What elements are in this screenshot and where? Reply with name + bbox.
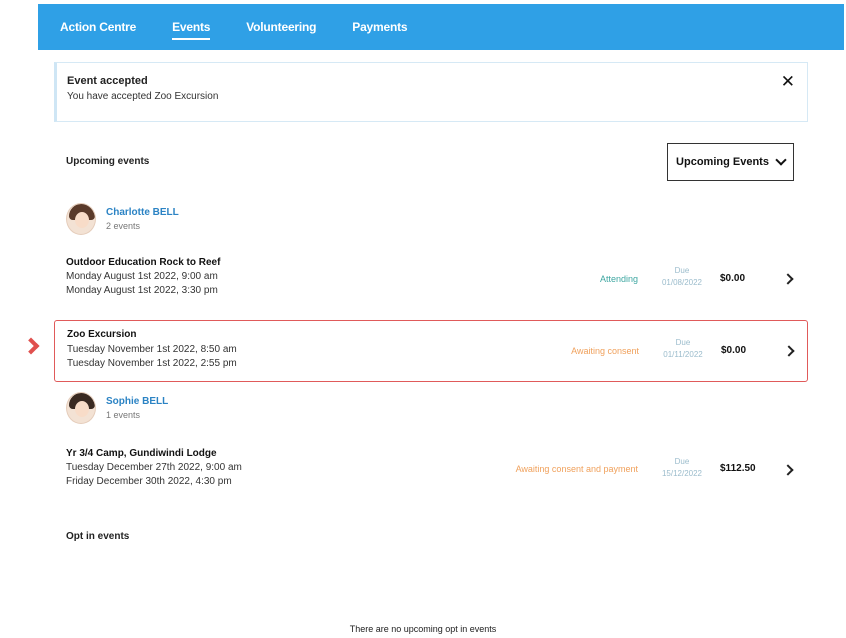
event-start: Tuesday November 1st 2022, 8:50 am [67,344,237,355]
event-status: Attending [599,274,638,284]
student-event-count: 2 events [106,221,141,231]
pointer-arrow-icon [22,337,40,355]
event-row-highlighted[interactable]: Zoo Excursion Tuesday November 1st 2022,… [54,320,808,382]
event-name: Yr 3/4 Camp, Gundiwindi Lodge [66,448,217,459]
event-name: Outdoor Education Rock to Reef [66,257,221,268]
tab-volunteering[interactable]: Volunteering [246,6,316,48]
avatar [66,203,96,235]
event-status: Awaiting consent [571,346,639,356]
event-price: $112.50 [720,463,756,474]
due-date: 01/11/2022 [663,350,703,359]
event-row[interactable]: Outdoor Education Rock to Reef Monday Au… [54,253,808,309]
event-end: Friday December 30th 2022, 4:30 pm [66,476,232,487]
event-due: Due 15/12/2022 [652,456,712,480]
tab-events[interactable]: Events [172,6,210,48]
due-date: 01/08/2022 [661,278,703,287]
chevron-right-icon[interactable] [782,273,794,285]
event-accepted-alert: Event accepted You have accepted Zoo Exc… [54,62,808,122]
student-name-link[interactable]: Sophie BELL [106,396,168,407]
student-event-count: 1 events [106,410,141,420]
event-due: Due 01/11/2022 [653,337,713,361]
filter-label: Upcoming Events [676,156,769,168]
tab-payments[interactable]: Payments [352,6,407,48]
student-name-link[interactable]: Charlotte BELL [106,207,179,218]
due-label: Due [675,338,691,347]
due-label: Due [674,457,690,466]
tab-action-centre[interactable]: Action Centre [60,6,136,48]
student-header-charlotte: Charlotte BELL 2 events [66,203,179,235]
chevron-right-icon[interactable] [782,464,794,476]
student-header-sophie: Sophie BELL 1 events [66,392,168,424]
opt-in-empty-message: There are no upcoming opt in events [349,624,497,634]
chevron-right-icon[interactable] [783,345,795,357]
event-due: Due 01/08/2022 [652,265,712,289]
event-start: Monday August 1st 2022, 9:00 am [66,271,218,282]
close-icon[interactable]: ✕ [781,73,795,90]
chevron-down-icon [775,154,787,166]
event-row[interactable]: Yr 3/4 Camp, Gundiwindi Lodge Tuesday De… [54,444,808,500]
top-navigation: Action Centre Events Volunteering Paymen… [38,4,844,50]
due-label: Due [674,266,690,275]
event-start: Tuesday December 27th 2022, 9:00 am [66,462,242,473]
avatar [66,392,96,424]
event-price: $0.00 [721,345,747,356]
alert-message: You have accepted Zoo Excursion [67,91,219,102]
alert-title: Event accepted [67,75,148,87]
event-end: Tuesday November 1st 2022, 2:55 pm [67,358,237,369]
upcoming-events-heading: Upcoming events [66,156,150,167]
upcoming-events-filter[interactable]: Upcoming Events [667,143,794,181]
event-price: $0.00 [720,273,746,284]
opt-in-events-heading: Opt in events [66,531,130,542]
event-status: Awaiting consent and payment [515,464,638,474]
event-end: Monday August 1st 2022, 3:30 pm [66,285,218,296]
event-name: Zoo Excursion [67,329,137,340]
due-date: 15/12/2022 [661,469,703,478]
